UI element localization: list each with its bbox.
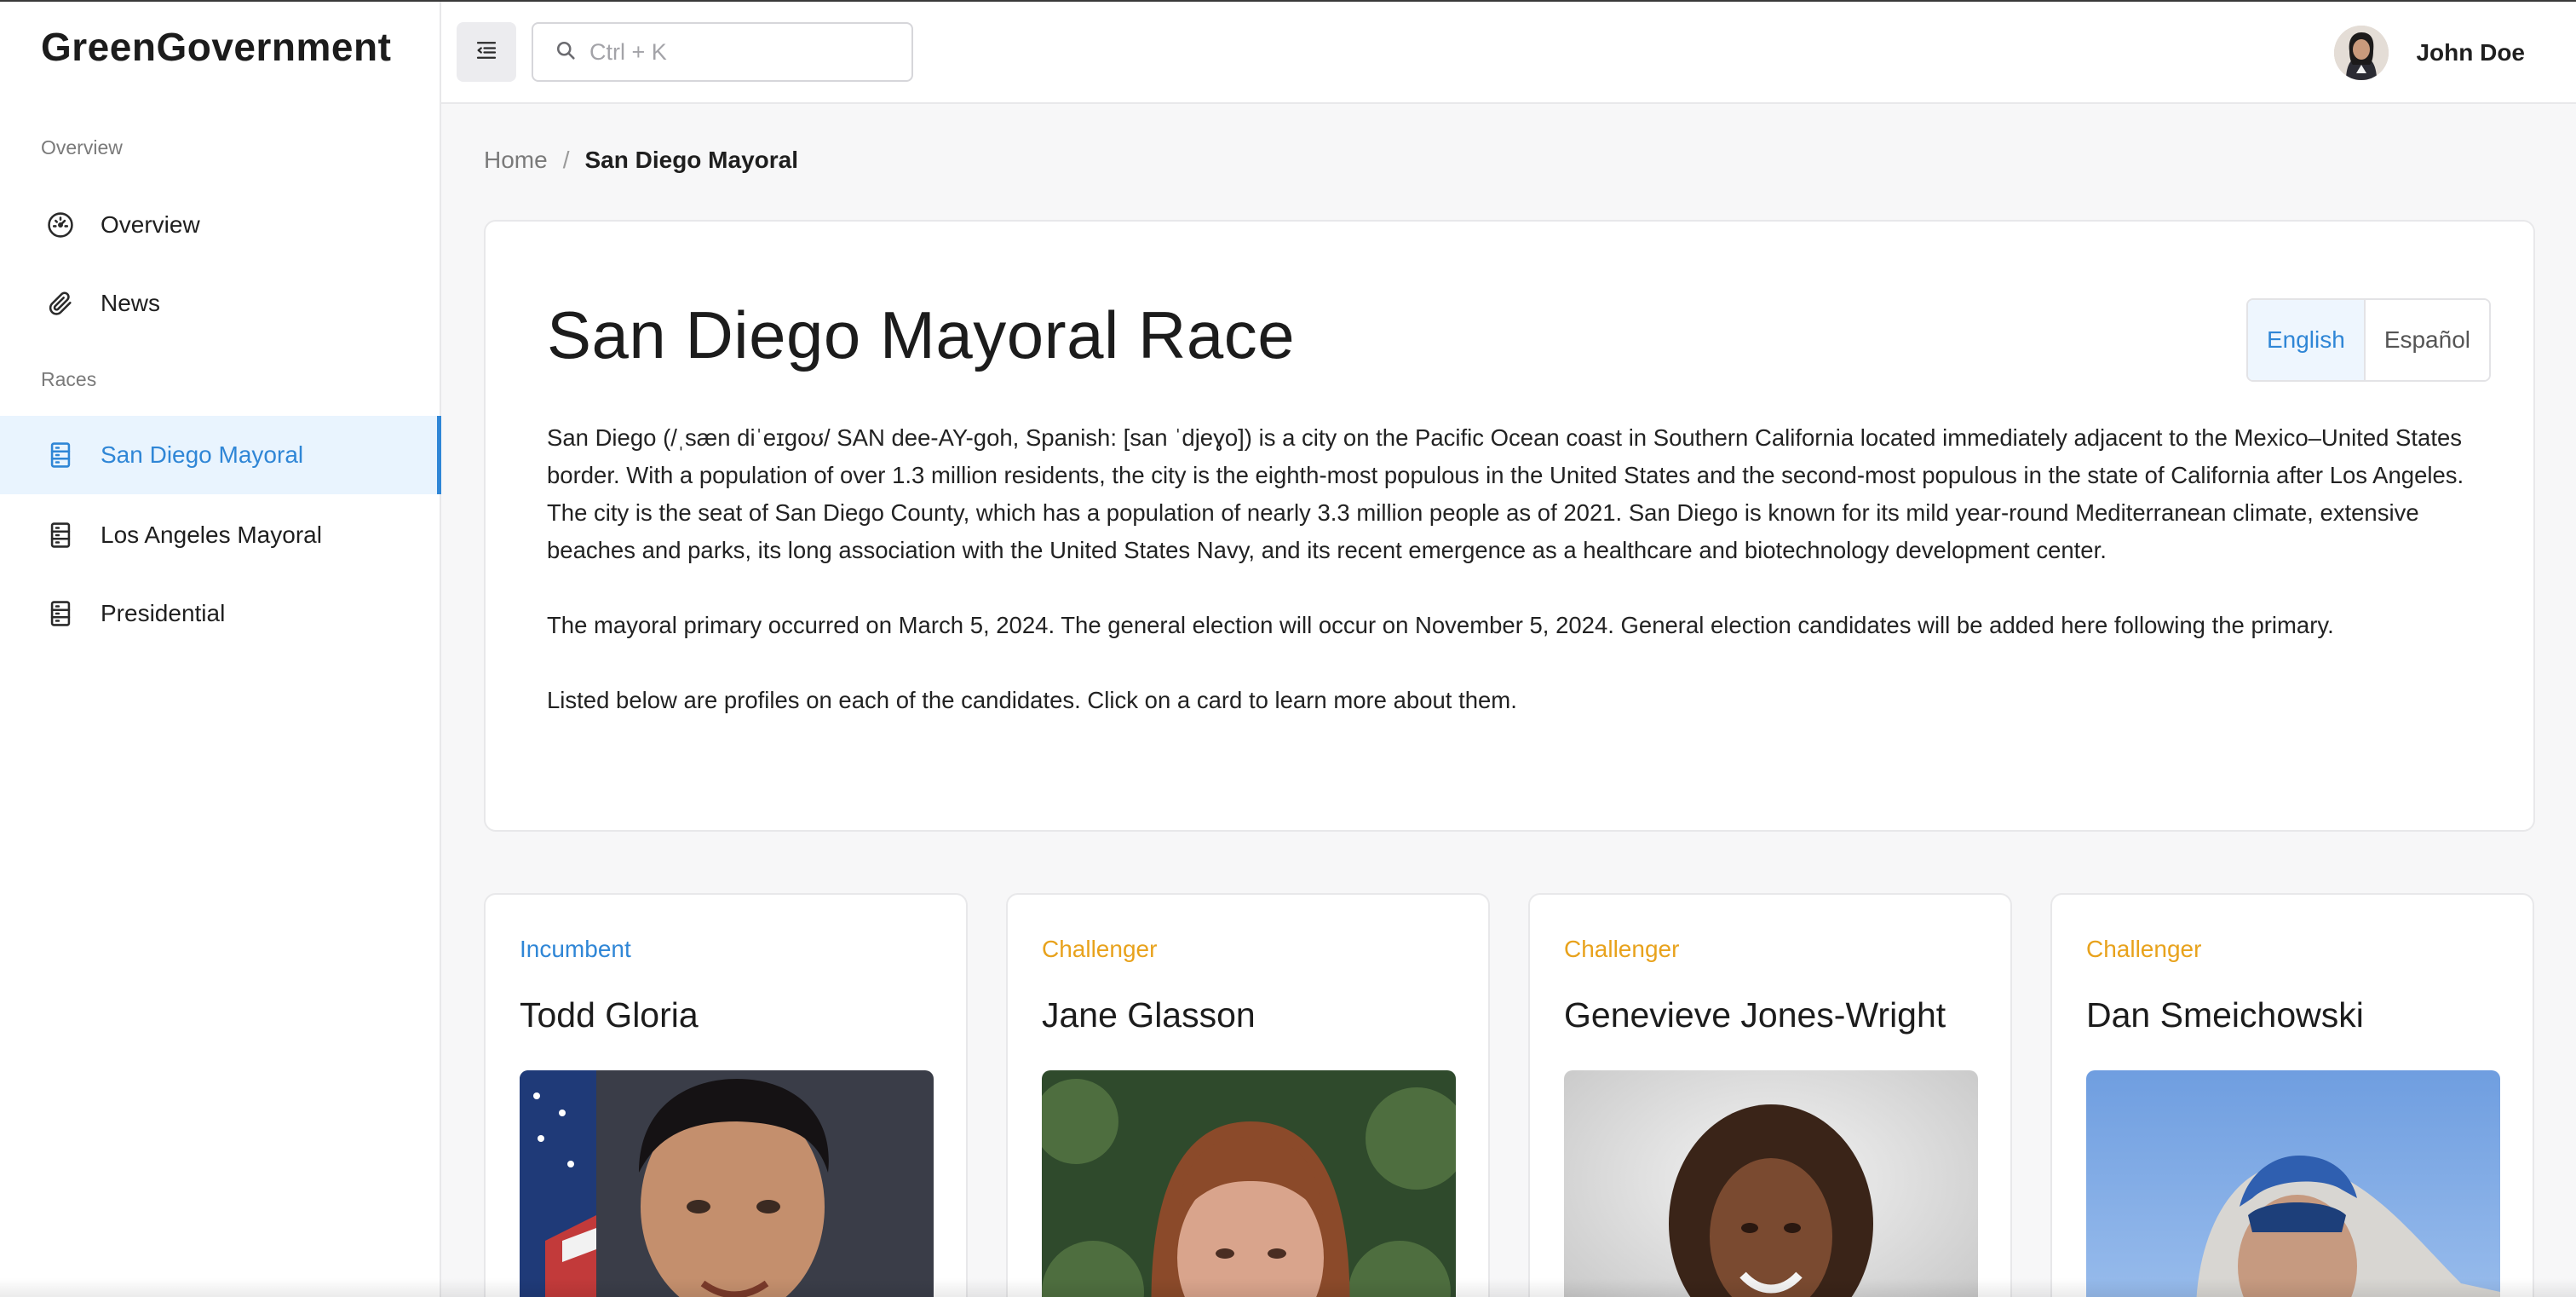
search-box[interactable] [532, 22, 913, 82]
candidate-name: Dan Smeichowski [2086, 995, 2364, 1035]
description-paragraph: Listed below are profiles on each of the… [547, 687, 1517, 713]
candidate-status-badge: Challenger [1042, 936, 1158, 962]
description-paragraph: The mayoral primary occurred on March 5,… [547, 612, 2334, 638]
sidebar-item-label: Los Angeles Mayoral [101, 522, 322, 548]
sidebar-section-overview: Overview [41, 136, 123, 159]
candidate-name: Genevieve Jones-Wright [1564, 995, 1946, 1035]
candidate-status-badge: Challenger [1564, 936, 1680, 962]
top-header: John Doe [441, 2, 2576, 104]
breadcrumb-current: San Diego Mayoral [584, 147, 798, 173]
sidebar-item-los-angeles-mayoral[interactable]: Los Angeles Mayoral [0, 496, 440, 574]
ballot-list-icon [46, 521, 75, 550]
sidebar-item-san-diego-mayoral[interactable]: San Diego Mayoral [0, 416, 441, 494]
ballot-list-icon [46, 441, 75, 470]
ballot-list-icon [46, 599, 75, 628]
paperclip-icon [46, 289, 75, 318]
sidebar: GreenGovernment Overview Overview News R… [0, 2, 441, 1297]
user-menu[interactable]: John Doe [2334, 26, 2525, 80]
candidate-card[interactable]: Challenger Dan Smeichowski [2050, 893, 2534, 1297]
description-paragraph: San Diego (/ˌsæn diˈeɪɡoʊ/ SAN dee-AY-go… [547, 424, 2464, 563]
page-title: San Diego Mayoral Race [547, 297, 1296, 372]
candidate-card[interactable]: Challenger Genevieve Jones-Wright [1528, 893, 2012, 1297]
candidate-photo [2086, 1070, 2500, 1297]
search-icon [554, 38, 578, 66]
race-description: San Diego (/ˌsæn diˈeɪɡoʊ/ SAN dee-AY-go… [547, 419, 2489, 757]
sidebar-item-label: Overview [101, 211, 200, 238]
app-brand[interactable]: GreenGovernment [41, 24, 391, 70]
candidate-photo [1042, 1070, 1456, 1297]
collapse-menu-icon [474, 37, 499, 67]
bottom-edge-shadow [0, 1278, 2576, 1297]
candidate-status-badge: Incumbent [520, 936, 631, 962]
sidebar-item-news[interactable]: News [0, 264, 440, 343]
user-name[interactable]: John Doe [2416, 39, 2525, 66]
sidebar-item-presidential[interactable]: Presidential [0, 574, 440, 653]
collapse-sidebar-button[interactable] [457, 22, 516, 82]
sidebar-item-label: Presidential [101, 600, 226, 626]
candidate-status-badge: Challenger [2086, 936, 2202, 962]
search-input[interactable] [589, 38, 896, 66]
breadcrumb-home-link[interactable]: Home [484, 147, 548, 174]
language-toggle: English Español [2245, 298, 2491, 382]
dashboard-gauge-icon [46, 210, 75, 239]
sidebar-item-label: News [101, 290, 161, 316]
race-intro-card: San Diego Mayoral Race English Español S… [484, 220, 2535, 832]
candidate-card[interactable]: Challenger Jane Glasson [1006, 893, 1490, 1297]
candidate-name: Jane Glasson [1042, 995, 1256, 1035]
sidebar-item-label: San Diego Mayoral [101, 441, 304, 468]
avatar[interactable] [2334, 26, 2389, 80]
language-english-button[interactable]: English [2247, 300, 2366, 380]
breadcrumb: Home / San Diego Mayoral [484, 147, 798, 174]
sidebar-section-races: Races [41, 368, 97, 390]
breadcrumb-separator: / [562, 147, 570, 173]
candidate-name: Todd Gloria [520, 995, 699, 1035]
language-spanish-button[interactable]: Español [2365, 300, 2489, 380]
candidate-card[interactable]: Incumbent Todd Gloria [484, 893, 968, 1297]
candidate-photo [1564, 1070, 1978, 1297]
sidebar-item-overview[interactable]: Overview [0, 186, 440, 264]
candidate-photo [520, 1070, 934, 1297]
